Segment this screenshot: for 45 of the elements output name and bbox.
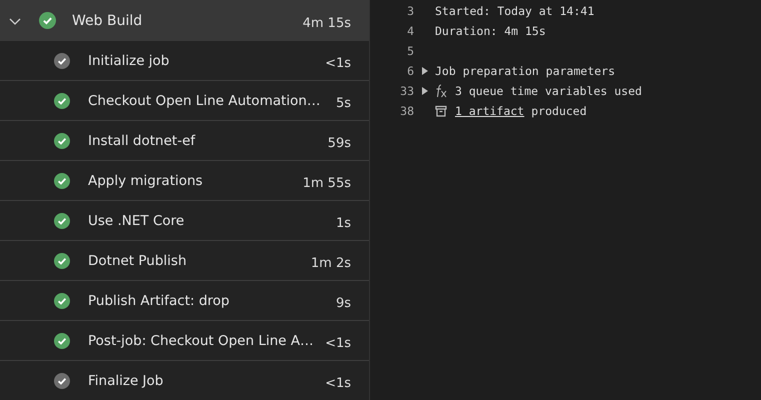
- step-row[interactable]: Checkout Open Line Automation… 5s: [0, 81, 369, 121]
- line-number: 4: [406, 24, 414, 38]
- log-text: Duration: 4m 15s: [435, 24, 546, 38]
- step-name: Publish Artifact: drop: [88, 292, 230, 308]
- job-duration: 4m 15s: [302, 16, 351, 31]
- line-number: 6: [406, 64, 414, 78]
- step-row[interactable]: Initialize job <1s: [0, 41, 369, 81]
- step-duration: <1s: [325, 376, 351, 391]
- step-duration: 1m 2s: [310, 256, 351, 271]
- log-text: Started: Today at 14:41: [435, 4, 594, 18]
- step-row[interactable]: Post-job: Checkout Open Line A… <1s: [0, 321, 369, 361]
- line-number: 3: [406, 4, 414, 18]
- step-duration: <1s: [325, 56, 351, 71]
- step-duration: 1m 55s: [302, 176, 351, 191]
- step-name: Post-job: Checkout Open Line A…: [88, 332, 314, 348]
- function-icon: [435, 84, 447, 98]
- log-text: Job preparation parameters: [435, 64, 616, 78]
- line-number: 5: [406, 44, 414, 58]
- expand-triangle-icon[interactable]: [422, 87, 428, 95]
- step-row[interactable]: Finalize Job <1s: [0, 361, 369, 400]
- step-name: Finalize Job: [88, 372, 164, 388]
- log-text: produced: [531, 104, 587, 118]
- archive-icon: [435, 105, 447, 117]
- step-row[interactable]: Install dotnet-ef 59s: [0, 121, 369, 161]
- step-duration: 9s: [336, 296, 351, 311]
- step-name: Checkout Open Line Automation…: [88, 92, 322, 108]
- artifact-link[interactable]: 1 artifact: [455, 104, 524, 118]
- expand-triangle-icon[interactable]: [422, 67, 428, 75]
- step-duration: <1s: [325, 336, 351, 351]
- step-row[interactable]: Publish Artifact: drop 9s: [0, 281, 369, 321]
- step-row[interactable]: Dotnet Publish 1m 2s: [0, 241, 369, 281]
- step-name: Use .NET Core: [88, 212, 186, 228]
- step-name: Apply migrations: [88, 172, 204, 188]
- step-row[interactable]: Apply migrations 1m 55s: [0, 161, 369, 201]
- step-name: Dotnet Publish: [88, 252, 188, 268]
- log-text: 3 queue time variables used: [455, 84, 642, 98]
- step-name: Initialize job: [88, 52, 170, 68]
- line-number: 38: [399, 104, 414, 118]
- step-name: Install dotnet-ef: [88, 132, 196, 148]
- step-duration: 1s: [336, 216, 351, 231]
- line-number: 33: [399, 84, 414, 98]
- step-row[interactable]: Use .NET Core 1s: [0, 201, 369, 241]
- step-duration: 5s: [336, 96, 351, 111]
- step-duration: 59s: [328, 136, 351, 151]
- job-title: Web Build: [72, 12, 144, 28]
